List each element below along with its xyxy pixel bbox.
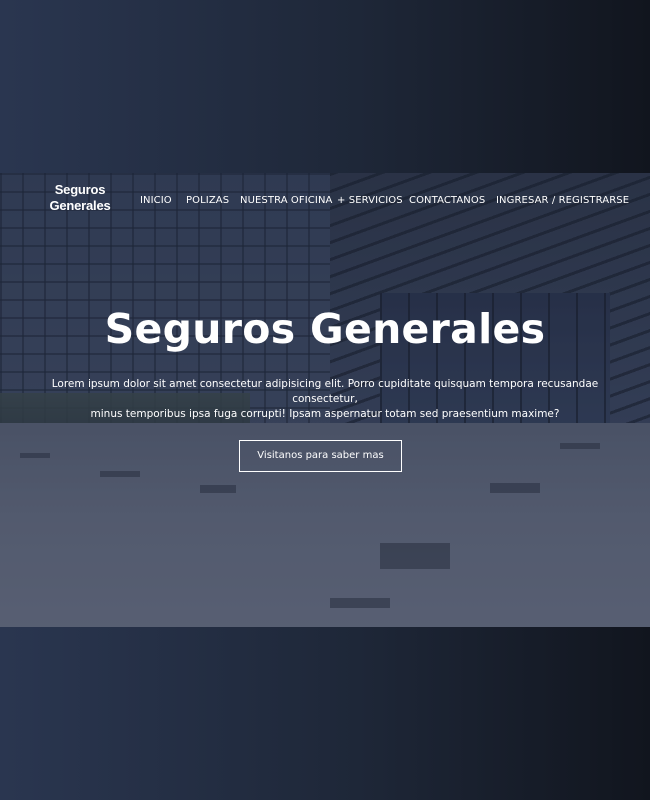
nav-item-polizas[interactable]: POLIZAS <box>186 195 229 206</box>
nav-item-servicios[interactable]: + SERVICIOS <box>337 195 403 206</box>
hero-description: Lorem ipsum dolor sit amet consectetur a… <box>30 377 620 422</box>
nav-item-ingresar-registrarse[interactable]: INGRESAR / REGISTRARSE <box>496 195 629 206</box>
hero-description-line-1: Lorem ipsum dolor sit amet consectetur a… <box>51 378 599 405</box>
hero-title: Seguros Generales <box>104 305 546 353</box>
nav-item-inicio[interactable]: INICIO <box>140 195 172 206</box>
nav-menu: INICIO POLIZAS NUESTRA OFICINA + SERVICI… <box>0 195 650 209</box>
nav-item-contactanos[interactable]: CONTACTANOS <box>409 195 485 206</box>
hero-description-line-2: minus temporibus ipsa fuga corrupti! Ips… <box>90 408 560 420</box>
top-navigation: Seguros Generales INICIO POLIZAS NUESTRA… <box>0 173 650 229</box>
hero-section: Seguros Generales INICIO POLIZAS NUESTRA… <box>0 173 650 627</box>
nav-item-nuestra-oficina[interactable]: NUESTRA OFICINA <box>240 195 332 206</box>
visit-cta-button[interactable]: Visitanos para saber mas <box>239 440 402 472</box>
